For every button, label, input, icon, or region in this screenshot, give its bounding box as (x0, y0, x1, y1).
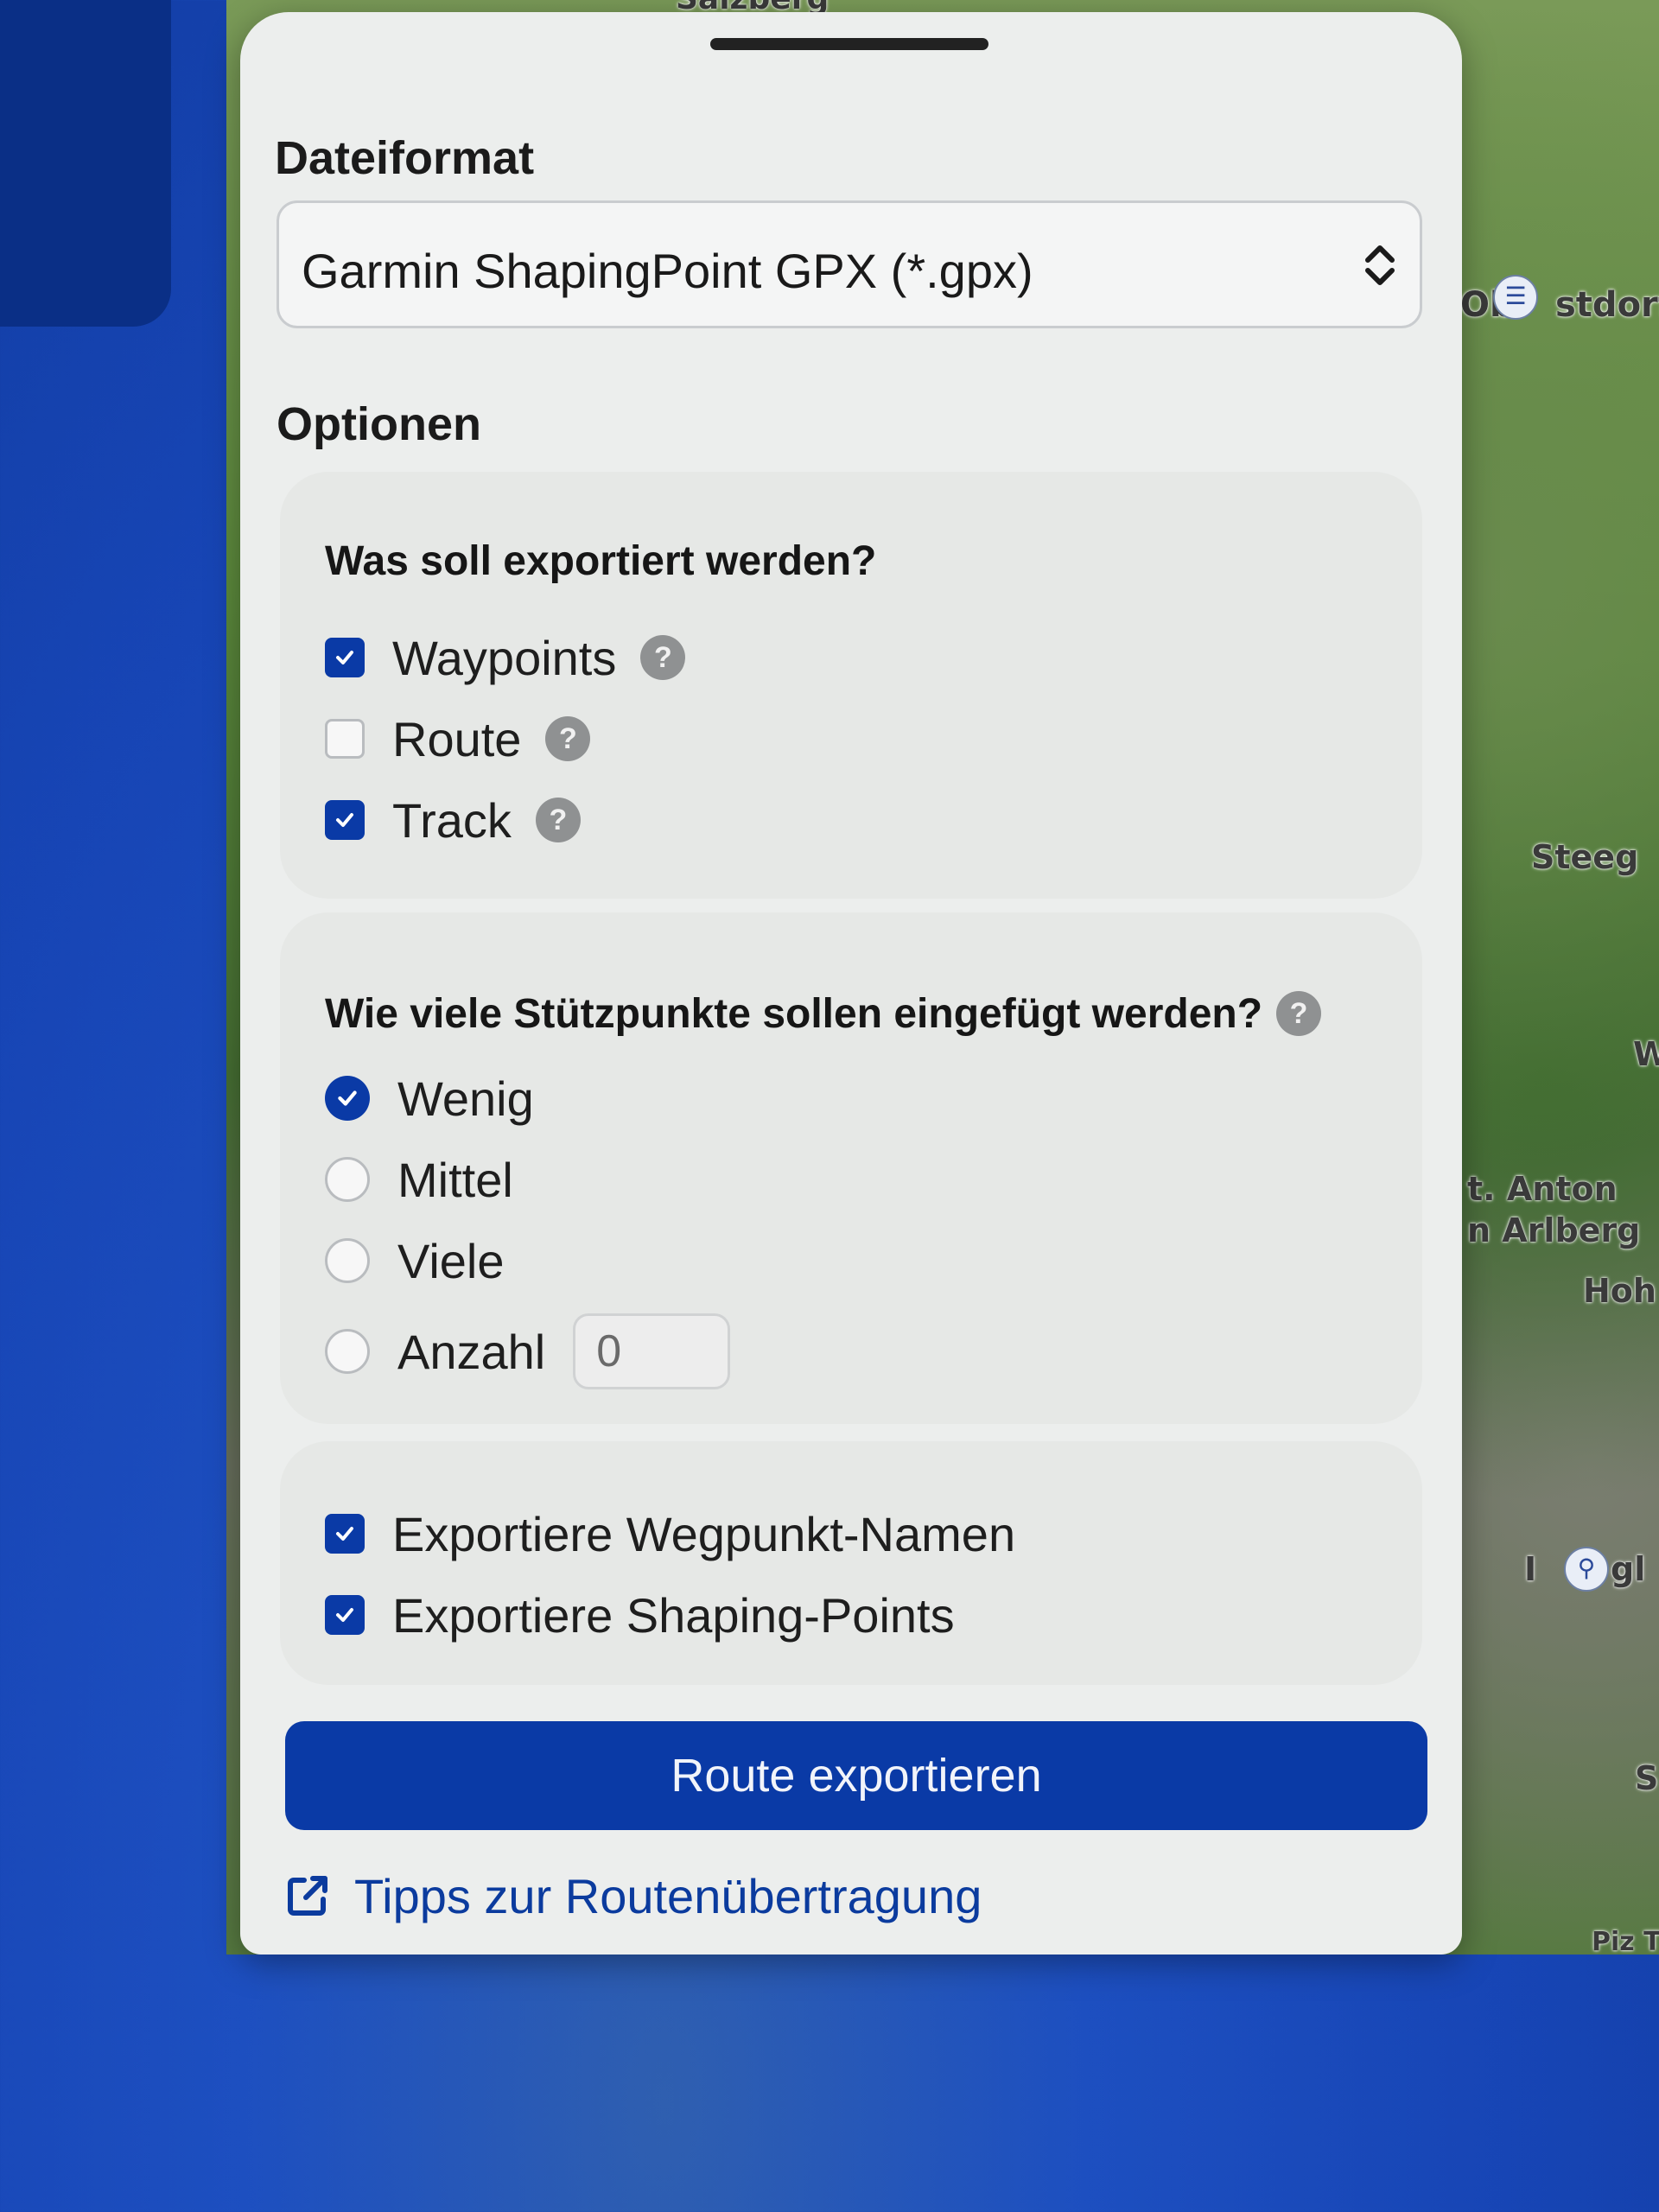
viele-label: Viele (397, 1233, 505, 1288)
radio-option-viele[interactable]: Viele (325, 1230, 505, 1291)
wenig-label: Wenig (397, 1071, 534, 1126)
waypoints-checkbox[interactable] (325, 638, 365, 677)
export-shaping-points-label: Exportiere Shaping-Points (392, 1587, 955, 1643)
check-icon (336, 651, 353, 664)
file-format-select[interactable]: Garmin ShapingPoint GPX (*.gpx) (276, 200, 1422, 328)
background-tile (0, 0, 171, 327)
map-label: Hoh (1583, 1272, 1656, 1310)
radio-option-mittel[interactable]: Mittel (325, 1149, 513, 1210)
layers-icon[interactable]: ☰ (1493, 275, 1538, 320)
map-label: W (1633, 1035, 1659, 1073)
options-title: Optionen (276, 398, 481, 450)
viele-radio[interactable] (325, 1238, 370, 1283)
route-transfer-tips-label: Tipps zur Routenübertragung (354, 1868, 982, 1923)
help-icon[interactable]: ? (535, 798, 581, 842)
track-option[interactable]: Track ? (325, 790, 581, 850)
wenig-radio[interactable] (325, 1076, 370, 1121)
map-label: Steeg (1531, 838, 1639, 876)
route-option[interactable]: Route ? (325, 709, 591, 769)
map-label: S (1635, 1759, 1659, 1797)
export-waypoint-names-option[interactable]: Exportiere Wegpunkt-Namen (325, 1503, 1015, 1564)
export-shaping-points-checkbox[interactable] (325, 1595, 365, 1635)
map-label: n Arlberg (1467, 1211, 1641, 1249)
support-points-card: Wie viele Stützpunkte sollen eingefügt w… (280, 912, 1422, 1424)
map-label: Piz T (1592, 1927, 1659, 1957)
waypoints-option[interactable]: Waypoints ? (325, 627, 686, 688)
track-label: Track (392, 792, 512, 848)
mittel-label: Mittel (397, 1152, 513, 1207)
anzahl-count-input[interactable]: 0 (573, 1313, 731, 1389)
file-format-value: Garmin ShapingPoint GPX (*.gpx) (302, 244, 1033, 298)
track-checkbox[interactable] (325, 800, 365, 840)
cyclist-icon[interactable]: ⚲ (1564, 1547, 1609, 1592)
anzahl-label: Anzahl (397, 1324, 546, 1379)
radio-option-anzahl[interactable]: Anzahl 0 (325, 1310, 731, 1393)
mittel-radio[interactable] (325, 1157, 370, 1202)
anzahl-radio[interactable] (325, 1329, 370, 1374)
map-label: I (1524, 1550, 1537, 1588)
export-shaping-points-option[interactable]: Exportiere Shaping-Points (325, 1585, 955, 1645)
map-label: gl (1611, 1550, 1646, 1588)
check-icon (336, 813, 353, 827)
route-checkbox[interactable] (325, 719, 365, 759)
extra-options-card: Exportiere Wegpunkt-Namen Exportiere Sha… (280, 1441, 1422, 1685)
check-icon (338, 1090, 357, 1106)
check-icon (336, 1527, 353, 1541)
map-label: t. Anton (1467, 1170, 1618, 1208)
chevron-up-down-icon (1365, 245, 1395, 285)
map-label: stdorf (1555, 285, 1659, 325)
support-points-title: Wie viele Stützpunkte sollen eingefügt w… (325, 990, 1263, 1037)
check-icon (336, 1608, 353, 1622)
external-link-icon (288, 1876, 327, 1916)
export-route-button[interactable]: Route exportieren (285, 1721, 1427, 1830)
export-what-title: Was soll exportiert werden? (325, 538, 877, 584)
file-format-title: Dateiformat (275, 132, 535, 184)
support-points-header: Wie viele Stützpunkte sollen eingefügt w… (325, 983, 1322, 1044)
help-icon[interactable]: ? (640, 635, 686, 680)
help-icon[interactable]: ? (545, 716, 591, 761)
route-transfer-tips-link[interactable]: Tipps zur Routenübertragung (283, 1861, 982, 1930)
radio-option-wenig[interactable]: Wenig (325, 1068, 534, 1128)
waypoints-label: Waypoints (392, 630, 617, 685)
drag-handle[interactable] (710, 38, 988, 50)
route-label: Route (392, 711, 522, 766)
export-panel: Dateiformat Garmin ShapingPoint GPX (*.g… (240, 12, 1462, 1955)
export-waypoint-names-label: Exportiere Wegpunkt-Namen (392, 1506, 1016, 1561)
export-waypoint-names-checkbox[interactable] (325, 1514, 365, 1554)
export-what-card: Was soll exportiert werden? Waypoints ? … (280, 472, 1422, 899)
help-icon[interactable]: ? (1276, 991, 1322, 1036)
